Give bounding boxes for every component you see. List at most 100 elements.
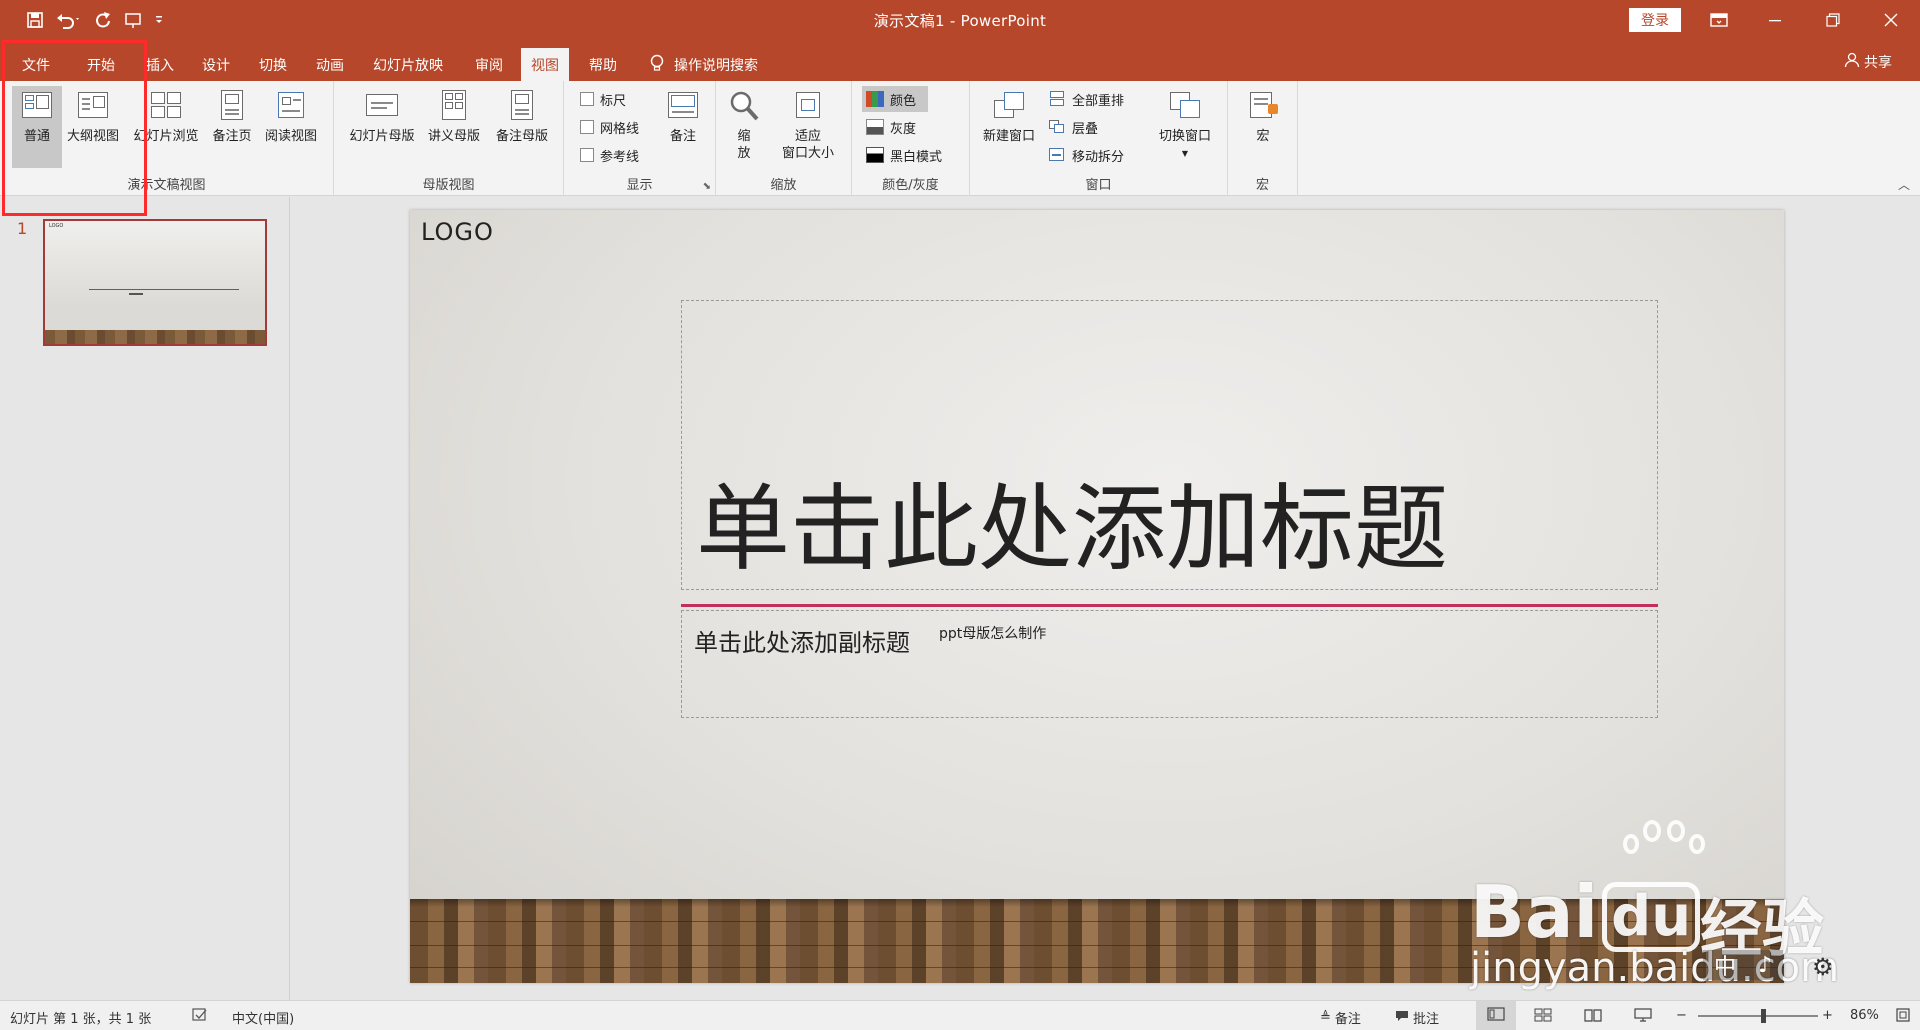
ime-language[interactable]: 中	[1714, 949, 1736, 981]
fit-to-window-button[interactable]: 适应 窗口大小	[772, 86, 844, 168]
outline-view-button[interactable]: 大纲视图	[62, 86, 124, 168]
arrange-all-button[interactable]: 全部重排	[1048, 88, 1124, 110]
tab-insert[interactable]: 插入	[136, 48, 184, 81]
close-icon[interactable]	[1868, 0, 1914, 40]
tab-slide-show[interactable]: 幻灯片放映	[363, 48, 453, 81]
gear-icon[interactable]: ⚙	[1812, 953, 1834, 981]
collapse-ribbon-icon[interactable]: ︿	[1898, 176, 1910, 193]
slideshow-status-button[interactable]	[1634, 1008, 1652, 1026]
zoom-label-line2: 放	[737, 146, 751, 161]
handout-master-button[interactable]: 讲义母版	[422, 86, 486, 168]
ime-mode-icon[interactable]: ♪	[1758, 953, 1772, 978]
tell-me-search[interactable]: 操作说明搜索	[640, 48, 768, 81]
notes-master-icon	[505, 90, 539, 122]
macros-button[interactable]: 宏	[1238, 86, 1288, 168]
slide-counter: 幻灯片 第 1 张，共 1 张	[10, 1012, 152, 1027]
guides-check[interactable]	[580, 148, 594, 162]
ime-toolbar[interactable]: 中 ♪	[1703, 950, 1783, 980]
gridlines-label: 网格线	[600, 121, 640, 137]
slide-canvas[interactable]: LOGO 单击此处添加标题 单击此处添加副标题 ppt母版怎么制作	[410, 210, 1784, 983]
black-white-button[interactable]: 黑白模式	[866, 144, 942, 166]
tab-transitions[interactable]: 切换	[249, 48, 297, 81]
language-indicator[interactable]: 中文(中国)	[232, 1008, 294, 1027]
group-macros: 宏 宏	[1228, 81, 1298, 196]
title-placeholder[interactable]: 单击此处添加标题	[681, 300, 1658, 590]
normal-view-label: 普通	[23, 129, 50, 144]
tab-file[interactable]: 文件	[12, 48, 60, 81]
tab-view[interactable]: 视图	[521, 48, 569, 81]
restore-icon[interactable]	[1810, 0, 1856, 40]
ruler-checkbox[interactable]: 标尺	[580, 88, 626, 110]
reading-view-status-icon	[1584, 1008, 1602, 1026]
zoom-button[interactable]: 缩 放	[724, 86, 764, 168]
slide-sorter-status-button[interactable]	[1534, 1008, 1552, 1026]
zoom-slider[interactable]	[1698, 1009, 1818, 1023]
thumbnail-floor	[45, 330, 265, 344]
cascade-button[interactable]: 层叠	[1048, 116, 1098, 138]
guides-label: 参考线	[600, 149, 640, 165]
minimize-icon[interactable]	[1752, 0, 1798, 40]
notes-pane-button[interactable]: 备注	[658, 86, 708, 168]
undo-icon[interactable]	[50, 6, 88, 34]
normal-view-status-button[interactable]	[1476, 1001, 1516, 1030]
customize-qat-icon[interactable]	[148, 6, 170, 34]
tab-animations[interactable]: 动画	[306, 48, 354, 81]
slide-thumbnail[interactable]: LOGO	[43, 219, 267, 346]
comment-icon	[1395, 1010, 1409, 1026]
share-button[interactable]: 共享	[1844, 52, 1892, 72]
gridlines-checkbox[interactable]: 网格线	[580, 116, 639, 138]
thumbnail-logo: LOGO	[49, 223, 64, 229]
reading-view-status-button[interactable]	[1584, 1008, 1602, 1026]
zoom-out-button[interactable]: −	[1676, 1008, 1687, 1023]
notes-page-label: 备注页	[212, 129, 252, 144]
comments-toggle[interactable]: 批注	[1395, 1008, 1439, 1027]
ruler-check[interactable]	[580, 92, 594, 106]
grayscale-button[interactable]: 灰度	[866, 116, 916, 138]
notes-page-button[interactable]: 备注页	[206, 86, 258, 168]
group-zoom: 缩 放 适应 窗口大小 缩放	[716, 81, 852, 196]
tab-design[interactable]: 设计	[192, 48, 240, 81]
zoom-slider-thumb[interactable]	[1760, 1009, 1766, 1023]
move-split-button[interactable]: 移动拆分	[1048, 144, 1124, 166]
notes-toggle[interactable]: ≜ 备注	[1320, 1008, 1361, 1027]
slide-sorter-button[interactable]: 幻灯片浏览	[128, 86, 204, 168]
new-window-button[interactable]: 新建窗口	[978, 86, 1040, 168]
group-master-views-label: 母版视图	[422, 178, 475, 193]
group-zoom-label: 缩放	[770, 178, 797, 193]
tab-help[interactable]: 帮助	[579, 48, 627, 81]
notes-master-button[interactable]: 备注母版	[488, 86, 556, 168]
subtitle-placeholder[interactable]: 单击此处添加副标题 ppt母版怎么制作	[681, 610, 1658, 718]
handout-master-label: 讲义母版	[427, 129, 480, 144]
spell-check-icon[interactable]	[192, 1008, 208, 1022]
slide-master-button[interactable]: 幻灯片母版	[344, 86, 420, 168]
slide-sorter-label: 幻灯片浏览	[133, 129, 199, 144]
reading-view-button[interactable]: 阅读视图	[258, 86, 324, 168]
cascade-icon	[1048, 119, 1066, 135]
arrange-all-label: 全部重排	[1072, 93, 1125, 109]
zoom-in-button[interactable]: +	[1822, 1008, 1833, 1023]
ribbon-display-options-icon[interactable]	[1696, 0, 1742, 40]
gridlines-check[interactable]	[580, 120, 594, 134]
start-from-beginning-icon[interactable]	[118, 6, 148, 34]
zoom-level[interactable]: 86%	[1850, 1008, 1879, 1023]
normal-view-status-icon	[1487, 1007, 1505, 1025]
color-button[interactable]: 颜色	[862, 86, 928, 112]
fit-slide-icon[interactable]	[1896, 1008, 1910, 1022]
move-split-icon	[1048, 147, 1066, 163]
normal-view-button[interactable]: 普通	[12, 86, 62, 168]
guides-checkbox[interactable]: 参考线	[580, 144, 639, 166]
title-bar: 演示文稿1 - PowerPoint 登录	[0, 0, 1920, 40]
login-button[interactable]: 登录	[1629, 8, 1681, 32]
switch-windows-button[interactable]: 切换窗口 ▼	[1150, 86, 1220, 168]
slide-sorter-icon	[149, 90, 183, 122]
slide-logo[interactable]: LOGO	[421, 218, 494, 246]
title-accent-line	[681, 604, 1658, 607]
color-swatch-icon	[866, 91, 884, 107]
dialog-launcher-icon[interactable]: ⬊	[703, 181, 711, 192]
redo-icon[interactable]	[88, 6, 118, 34]
save-icon[interactable]	[20, 6, 50, 34]
tab-review[interactable]: 审阅	[465, 48, 513, 81]
tell-me-label: 操作说明搜索	[674, 57, 758, 74]
group-macros-label: 宏	[1255, 178, 1269, 193]
tab-home[interactable]: 开始	[77, 48, 125, 81]
